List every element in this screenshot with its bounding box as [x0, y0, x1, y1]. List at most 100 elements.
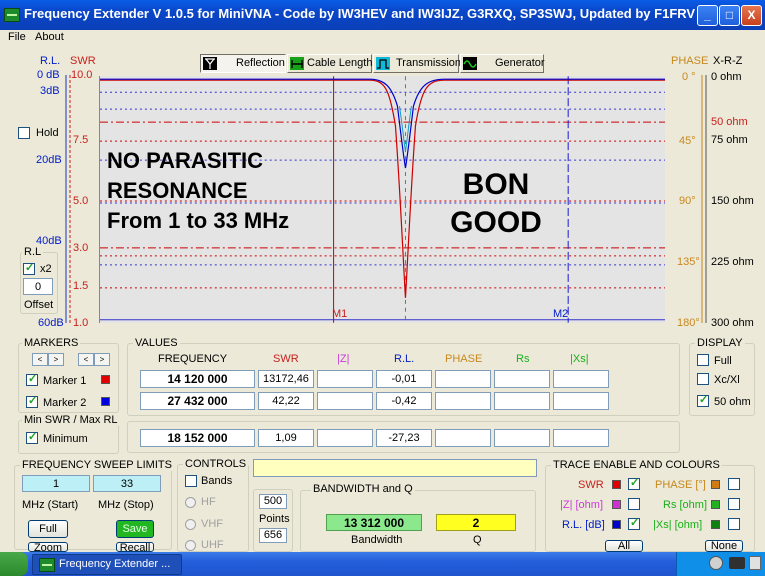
zoom-button[interactable]: Zoom [28, 542, 68, 552]
display-50ohm-checkbox[interactable] [697, 393, 709, 407]
menu-file[interactable]: File [8, 31, 26, 43]
hf-label: HF [201, 496, 216, 508]
m1-xs [553, 370, 609, 388]
display-full-checkbox[interactable] [697, 354, 709, 366]
sweep-stop-label: MHz (Stop) [98, 499, 154, 511]
ohm-tick-0: 0 ohm [711, 71, 742, 83]
cable-length-button[interactable]: Cable Length [287, 54, 372, 73]
trace-all-button[interactable]: All [605, 540, 643, 552]
minimum-checkbox[interactable] [26, 430, 38, 444]
marker2-color-swatch[interactable] [101, 397, 110, 406]
minimum-label: Minimum [43, 433, 88, 445]
save-button[interactable]: Save [116, 520, 154, 538]
start-button[interactable] [0, 552, 28, 576]
m2-rs [494, 392, 550, 410]
marker2-right-button[interactable]: > [94, 353, 110, 366]
sweep-title: FREQUENCY SWEEP LIMITS [20, 459, 174, 471]
tray-icon-1[interactable] [709, 556, 723, 570]
tray-icon-2[interactable] [729, 557, 745, 569]
xrz-axis-header: X-R-Z [713, 55, 743, 67]
graph-annotation-left: NO PARASITIC RESONANCE From 1 to 33 MHz [107, 148, 290, 233]
tray-icon-3[interactable] [749, 556, 761, 570]
title-bar: Frequency Extender V 1.0.5 for MiniVNA -… [0, 0, 765, 30]
generator-button[interactable]: Generator [460, 54, 545, 73]
marker2-left-button[interactable]: < [78, 353, 94, 366]
taskbar-app-icon [39, 558, 55, 572]
sine-icon [463, 57, 477, 70]
trace-swr-color[interactable] [612, 480, 621, 489]
offset-input[interactable]: 0 [23, 278, 53, 295]
taskbar-item-frequency-extender[interactable]: Frequency Extender ... [32, 554, 182, 575]
status-field [253, 459, 537, 477]
swr-axis-header: SWR [70, 55, 96, 67]
trace-swr-checkbox[interactable] [628, 476, 640, 490]
trace-xs-checkbox[interactable] [728, 518, 740, 530]
swr-tick-1.5: 1.5 [73, 280, 89, 292]
rl-axis-header: R.L. [40, 55, 61, 67]
system-tray [676, 552, 765, 576]
trace-phase-label: PHASE [°] [655, 479, 706, 491]
close-button[interactable]: X [741, 5, 762, 26]
sweep-stop-input[interactable]: 33 [93, 475, 161, 492]
trace-rs-checkbox[interactable] [728, 498, 740, 510]
step-input[interactable]: 656 [259, 528, 287, 543]
bandwidth-label: Bandwidth [351, 534, 403, 546]
vhf-radio[interactable] [185, 519, 196, 530]
transmission-button[interactable]: Transmission [373, 54, 461, 73]
trace-phase-color[interactable] [711, 480, 720, 489]
window-title: Frequency Extender V 1.0.5 for MiniVNA -… [24, 6, 696, 21]
marker1-label: Marker 1 [43, 375, 87, 387]
marker1-left-button[interactable]: < [32, 353, 48, 366]
minimize-button[interactable]: _ [697, 5, 718, 26]
recall-button[interactable]: Recall [116, 542, 154, 552]
trace-none-button[interactable]: None [705, 540, 743, 552]
swr-tick-1: 1.0 [73, 317, 89, 329]
trace-phase-checkbox[interactable] [728, 478, 740, 490]
hold-checkbox[interactable] [18, 127, 30, 139]
trace-rl-label: R.L. [dB] [562, 519, 605, 531]
marker1-color-swatch[interactable] [101, 375, 110, 384]
menu-about[interactable]: About [35, 31, 64, 43]
m1-rs [494, 370, 550, 388]
points-input[interactable]: 500 [259, 494, 287, 509]
vhf-label: VHF [201, 518, 223, 530]
bands-checkbox[interactable] [185, 475, 197, 487]
maximize-button[interactable]: □ [719, 5, 740, 26]
bandwidth-value: 13 312 000 [326, 514, 422, 531]
rl-tick-0: 0 dB [37, 69, 60, 81]
display-xcxl-checkbox[interactable] [697, 373, 709, 385]
swr-tick-5: 5.0 [73, 195, 89, 207]
trace-rl-checkbox[interactable] [628, 516, 640, 530]
sweep-start-input[interactable]: 1 [22, 475, 90, 492]
marker1-checkbox[interactable] [26, 372, 38, 386]
trace-swr-label: SWR [578, 479, 604, 491]
trace-z-checkbox[interactable] [628, 498, 640, 510]
m1-swr: 13172,46 [258, 370, 314, 388]
col-frequency: FREQUENCY [158, 353, 228, 365]
m2-swr: 42,22 [258, 392, 314, 410]
full-button[interactable]: Full [28, 520, 68, 538]
marker1-right-button[interactable]: > [48, 353, 64, 366]
hf-radio[interactable] [185, 497, 196, 508]
trace-z-label: |Z| [ohm] [560, 499, 604, 511]
x2-checkbox[interactable] [23, 261, 35, 275]
m1-phase [435, 370, 491, 388]
trace-rl-color[interactable] [612, 520, 621, 529]
trace-z-color[interactable] [612, 500, 621, 509]
ohm-tick-75: 75 ohm [711, 134, 748, 146]
antenna-icon [203, 57, 217, 70]
col-xs: |Xs| [570, 353, 589, 365]
uhf-radio[interactable] [185, 540, 196, 551]
markers-title: MARKERS [22, 337, 81, 349]
min-xs [553, 429, 609, 447]
points-label: Points [259, 513, 290, 525]
m2-rl: -0,42 [376, 392, 432, 410]
reflection-button[interactable]: Reflection [200, 54, 286, 73]
trace-rs-color[interactable] [711, 500, 720, 509]
ohm-tick-225: 225 ohm [711, 256, 754, 268]
trace-xs-color[interactable] [711, 520, 720, 529]
rl-tick-20: 20dB [36, 154, 62, 166]
min-rl: -27,23 [376, 429, 432, 447]
marker2-checkbox[interactable] [26, 394, 38, 408]
ohm-tick-150: 150 ohm [711, 195, 754, 207]
